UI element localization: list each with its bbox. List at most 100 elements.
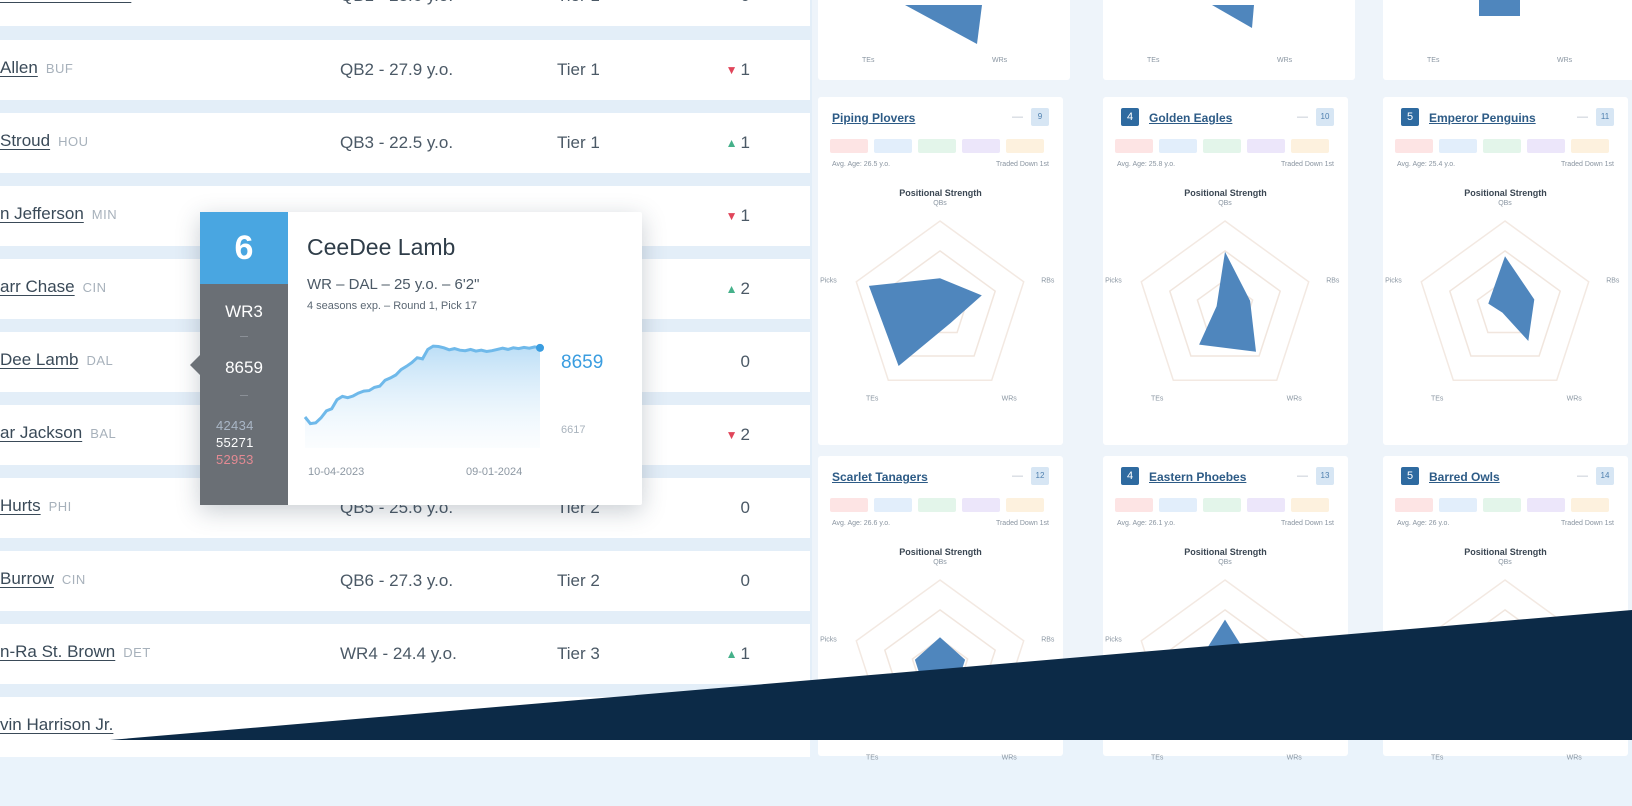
tier-label: Tier 1	[557, 60, 600, 79]
table-row[interactable]: vin Harrison Jr.	[0, 697, 810, 757]
team-name-link[interactable]: Eastern Phoebes	[1149, 470, 1246, 484]
player-name: Allen	[0, 58, 38, 77]
rank-change-value: 2	[740, 425, 750, 444]
radar-axis-label: RBs	[1326, 278, 1340, 285]
trade-status: Traded Down 1st	[1560, 520, 1614, 527]
team-name-link[interactable]: Scarlet Tanagers	[832, 470, 928, 484]
rank-change: ▲ 1	[690, 644, 750, 664]
position-pill	[1571, 139, 1609, 153]
radar-axis-label: WRs	[1002, 395, 1018, 402]
dash: —	[1297, 470, 1308, 482]
position-age: QB1 - 28.6 y.o.	[340, 0, 453, 6]
player-link[interactable]: Patrick Mahomes KC	[0, 0, 158, 4]
position-pill	[1159, 498, 1197, 512]
player-draft-info: 4 seasons exp. – Round 1, Pick 17	[307, 300, 477, 312]
player-link[interactable]: vin Harrison Jr.	[0, 715, 121, 735]
radar-shape	[1488, 256, 1535, 341]
arrow-up-icon: ▲	[725, 282, 738, 296]
team-card[interactable]: Scarlet Tanagers — 12 Avg. Age: 26.6 y.o. Tr…	[818, 456, 1063, 761]
team-abbr: PHI	[48, 499, 72, 514]
table-row[interactable]: Allen BUF QB2 - 27.9 y.o. Tier 1 ▼ 1	[0, 40, 810, 100]
team-name-link[interactable]: Emperor Penguins	[1429, 111, 1536, 125]
player-name: CeeDee Lamb	[307, 234, 456, 260]
position-rank: WR3	[225, 302, 263, 321]
table-row[interactable]: Stroud HOU QB3 - 22.5 y.o. Tier 1 ▲ 1	[0, 113, 810, 173]
radar-shape	[868, 278, 982, 366]
team-name-link[interactable]: Barred Owls	[1429, 470, 1500, 484]
team-card[interactable]: 4 Eastern Phoebes — 13 Avg. Age: 26.1 y.o. Tr…	[1103, 456, 1348, 761]
rank-change-value: 0	[740, 498, 750, 517]
player-name: ar Jackson	[0, 423, 83, 442]
overall-rank: 6	[200, 212, 288, 284]
radar-axis-label: TEs	[866, 754, 879, 761]
player-link[interactable]: arr Chase CIN	[0, 277, 107, 297]
radar-axis-label: Picks	[820, 278, 837, 285]
player-link[interactable]: Burrow CIN	[0, 569, 86, 589]
team-name-link[interactable]: Golden Eagles	[1149, 111, 1232, 125]
team-name-link[interactable]: Piping Plovers	[832, 111, 915, 125]
position-pill	[1159, 139, 1197, 153]
trade-status: Traded Down 1st	[1280, 520, 1334, 527]
radar-shape	[1199, 619, 1251, 690]
team-number-badge: 5	[1401, 108, 1419, 126]
avg-age: Avg. Age: 25.8 y.o.	[1117, 161, 1176, 168]
player-link[interactable]: n-Ra St. Brown DET	[0, 642, 151, 662]
arrow-down-icon: ▼	[725, 428, 738, 442]
team-number-badge: 4	[1121, 108, 1139, 126]
position-pill	[1203, 498, 1241, 512]
current-point	[536, 343, 544, 352]
player-link[interactable]: Dee Lamb DAL	[0, 350, 113, 370]
player-link[interactable]: Stroud HOU	[0, 131, 88, 151]
radar-axis-label: TEs	[1147, 57, 1160, 64]
position-pill	[1395, 139, 1433, 153]
team-card[interactable]: 4 Golden Eagles — 10 Avg. Age: 25.8 y.o. Trad…	[1103, 97, 1348, 445]
player-link[interactable]: n Jefferson MIN	[0, 204, 117, 224]
dash: —	[1297, 111, 1308, 123]
radar-axis-label: WRs	[1567, 395, 1583, 402]
radar-axis-label: WRs	[992, 57, 1008, 64]
player-name: vin Harrison Jr.	[0, 715, 114, 734]
tier-label: Tier 1	[557, 133, 600, 152]
radar-axis-label: QBs	[933, 200, 947, 207]
team-abbr: DET	[123, 645, 151, 660]
table-row[interactable]: Patrick Mahomes KC QB1 - 28.6 y.o. Tier 1 0	[0, 0, 810, 26]
rank-change: ▲ 1	[690, 133, 750, 153]
player-link[interactable]: Hurts PHI	[0, 496, 72, 516]
table-row[interactable]: Burrow CIN QB6 - 27.3 y.o. Tier 2 0	[0, 551, 810, 611]
player-link[interactable]: Allen BUF	[0, 58, 73, 78]
tier-label: Tier 3	[557, 644, 600, 663]
radar-axis-label: TEs	[866, 395, 879, 402]
player-meta: WR – DAL – 25 y.o. – 6'2"	[307, 276, 480, 293]
divider	[240, 336, 248, 337]
avg-age: Avg. Age: 26.5 y.o.	[832, 161, 891, 168]
team-card[interactable]: Piping Plovers — 9 Avg. Age: 26.5 y.o. Trade…	[818, 97, 1063, 445]
team-card[interactable]: 5 Barred Owls — 14 Avg. Age: 26 y.o. Traded D…	[1383, 456, 1628, 761]
rank-change: ▲ 2	[690, 279, 750, 299]
player-name: Burrow	[0, 569, 54, 588]
tooltip-caret	[190, 355, 200, 375]
position-pill	[1006, 139, 1044, 153]
radar-shape	[1479, 0, 1520, 16]
rank-change-value: 2	[740, 279, 750, 298]
position-pill	[1483, 498, 1521, 512]
arrow-up-icon: ▲	[725, 647, 738, 661]
position-pill	[1006, 498, 1044, 512]
position-pill	[1247, 139, 1285, 153]
radar-axis-label: TEs	[862, 57, 875, 64]
radar-axis-label: TEs	[1431, 754, 1444, 761]
rank-change-value: 0	[740, 352, 750, 371]
position-pill	[1571, 498, 1609, 512]
player-link[interactable]: ar Jackson BAL	[0, 423, 116, 443]
arrow-down-icon: ▼	[725, 63, 738, 77]
team-card[interactable]: 5 Emperor Penguins — 11 Avg. Age: 25.4 y.o. T…	[1383, 97, 1628, 445]
player-name: Stroud	[0, 131, 51, 150]
radar-axis-label: WRs	[1557, 57, 1573, 64]
position-pill	[1527, 498, 1565, 512]
dash: —	[1577, 111, 1588, 123]
team-abbr: MIN	[91, 207, 118, 222]
team-number-badge: 4	[1121, 467, 1139, 485]
player-name: Hurts	[0, 496, 41, 515]
positional-radar-chart: QBs RBs WRs TEs Picks	[1385, 559, 1620, 761]
table-row[interactable]: n-Ra St. Brown DET WR4 - 24.4 y.o. Tier 3 ▲ 1	[0, 624, 810, 684]
player-name: n Jefferson	[0, 204, 84, 223]
